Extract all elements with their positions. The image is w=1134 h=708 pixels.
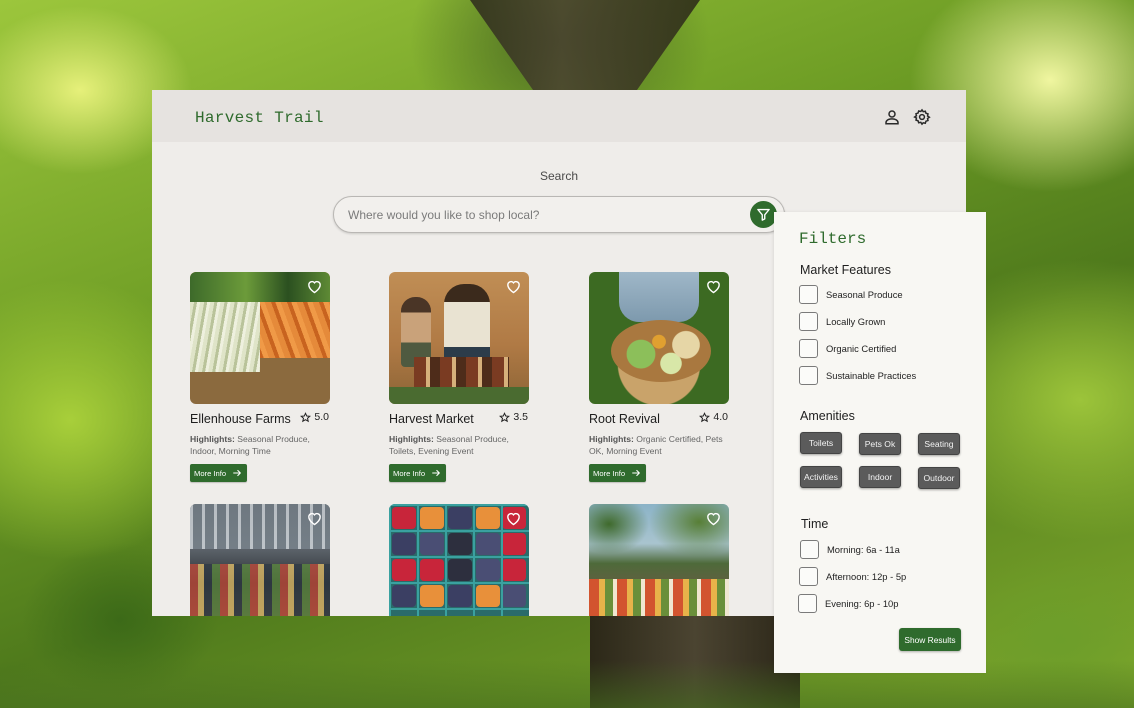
more-info-button[interactable]: More Info [589,464,646,482]
heart-icon[interactable] [705,278,722,295]
amenity-chip-outdoor[interactable]: Outdoor [918,467,960,489]
star-icon [699,411,711,422]
arrow-right-icon [233,469,241,477]
market-name: Root Revival [589,412,660,426]
market-name: Ellenhouse Farms [190,412,291,426]
amenities-title: Amenities [800,409,855,423]
filter-button[interactable] [750,201,777,228]
amenity-chip-activities[interactable]: Activities [800,466,842,488]
market-card[interactable] [589,504,729,616]
star-icon [499,411,511,422]
heart-icon[interactable] [306,510,323,527]
background-tree-trunk-top [470,0,700,92]
market-rating: 5.0 [300,411,329,423]
market-photo[interactable] [190,504,330,616]
filter-option-locally-grown[interactable]: Locally Grown [799,312,885,331]
filter-option-sustainable-practices[interactable]: Sustainable Practices [799,366,916,385]
arrow-right-icon [432,469,440,477]
market-card[interactable]: Harvest Market 3.5 Highlights: Seasonal … [389,272,529,482]
filter-option-seasonal-produce[interactable]: Seasonal Produce [799,285,903,304]
rating-value: 3.5 [513,411,528,423]
market-features-title: Market Features [800,263,892,277]
gear-icon[interactable] [913,108,931,126]
checkbox[interactable] [799,312,818,331]
search-label: Search [539,169,579,183]
market-highlights: Highlights: Seasonal Produce, Toilets, E… [389,434,509,456]
checkbox[interactable] [798,594,817,613]
filter-option-morning[interactable]: Morning: 6a - 11a [800,540,900,559]
market-photo[interactable] [389,504,529,616]
rating-value: 5.0 [314,411,329,423]
market-highlights: Highlights: Organic Certified, Pets OK, … [589,434,723,456]
market-card[interactable] [190,504,330,616]
market-photo[interactable] [589,272,729,404]
heart-icon[interactable] [505,278,522,295]
star-icon [300,411,312,422]
search-input[interactable] [348,206,738,224]
search-bar[interactable] [333,196,785,233]
amenity-chip-indoor[interactable]: Indoor [859,466,901,488]
market-card[interactable]: Ellenhouse Farms 5.0 Highlights: Seasona… [190,272,330,482]
market-photo[interactable] [589,504,729,616]
arrow-right-icon [632,469,640,477]
filters-title: Filters [799,230,867,248]
market-rating: 4.0 [699,411,728,423]
show-results-button[interactable]: Show Results [899,628,961,651]
checkbox[interactable] [799,339,818,358]
profile-icon[interactable] [883,108,901,126]
app-header: Harvest Trail [152,90,966,142]
filter-option-afternoon[interactable]: Afternoon: 12p - 5p [799,567,906,586]
market-card[interactable]: Root Revival 4.0 Highlights: Organic Cer… [589,272,729,482]
amenity-chip-seating[interactable]: Seating [918,433,960,455]
filter-icon [757,208,770,221]
amenity-chip-toilets[interactable]: Toilets [800,432,842,454]
market-highlights: Highlights: Seasonal Produce, Indoor, Mo… [190,434,310,456]
heart-icon[interactable] [705,510,722,527]
market-card[interactable] [389,504,529,616]
filter-option-organic-certified[interactable]: Organic Certified [799,339,896,358]
heart-icon[interactable] [505,510,522,527]
checkbox[interactable] [799,285,818,304]
brand-title[interactable]: Harvest Trail [195,109,324,127]
more-info-button[interactable]: More Info [190,464,247,482]
market-photo[interactable] [389,272,529,404]
market-rating: 3.5 [499,411,528,423]
checkbox[interactable] [799,567,818,586]
rating-value: 4.0 [713,411,728,423]
market-name: Harvest Market [389,412,474,426]
filter-option-evening[interactable]: Evening: 6p - 10p [798,594,899,613]
market-photo[interactable] [190,272,330,404]
checkbox[interactable] [799,366,818,385]
filters-panel: Filters Market Features Seasonal Produce… [774,212,986,673]
time-title: Time [801,517,829,531]
checkbox[interactable] [800,540,819,559]
more-info-button[interactable]: More Info [389,464,446,482]
heart-icon[interactable] [306,278,323,295]
amenity-chip-pets-ok[interactable]: Pets Ok [859,433,901,455]
